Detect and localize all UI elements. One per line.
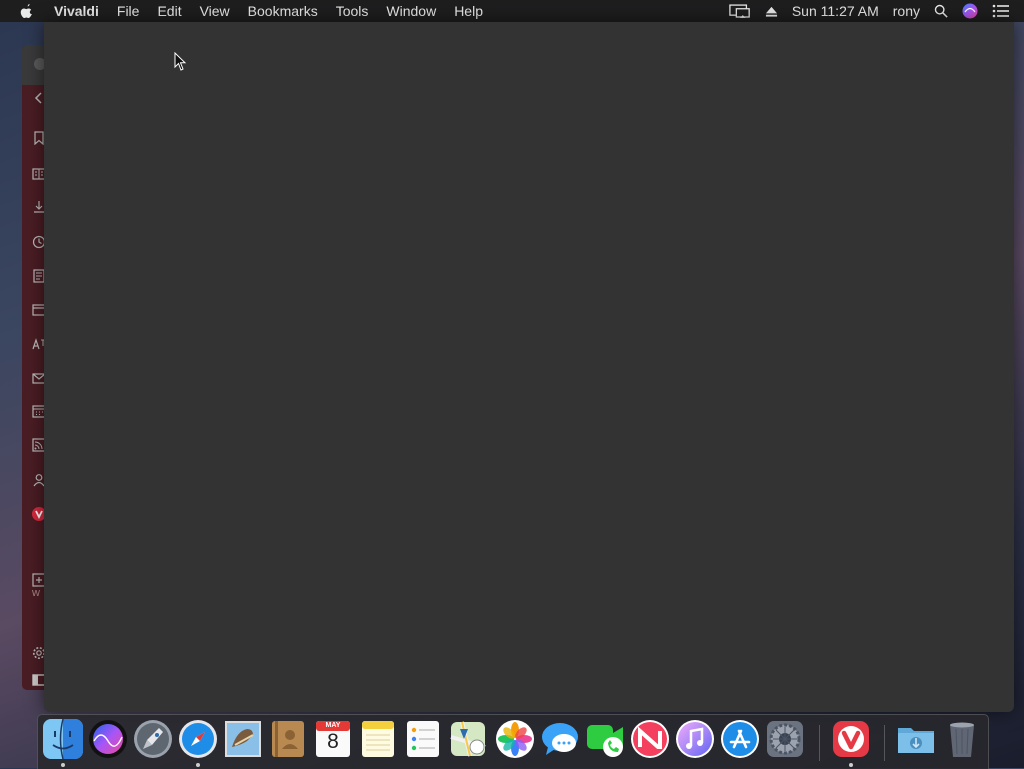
dock-launchpad-icon[interactable]	[133, 719, 173, 759]
airplay-display-icon[interactable]	[729, 3, 751, 19]
dock-separator	[819, 725, 820, 761]
menu-file[interactable]: File	[117, 3, 140, 19]
menu-view[interactable]: View	[200, 3, 230, 19]
menu-user[interactable]: rony	[893, 3, 920, 19]
dock-messages-icon[interactable]	[540, 719, 580, 759]
dock-maps-icon[interactable]	[448, 719, 488, 759]
dock-system-preferences-icon[interactable]	[765, 719, 805, 759]
apple-menu-icon[interactable]	[20, 3, 36, 19]
notification-center-icon[interactable]	[992, 4, 1010, 18]
dock-finder-icon[interactable]	[43, 719, 83, 767]
dock-itunes-icon[interactable]	[675, 719, 715, 759]
dock-notes-icon[interactable]	[358, 719, 398, 759]
running-indicator	[849, 763, 853, 767]
dock-reminders-icon[interactable]	[403, 719, 443, 759]
dock-mail-icon[interactable]	[223, 719, 263, 759]
dock-downloads-folder-icon[interactable]	[896, 719, 936, 759]
dock-calendar-icon[interactable]: MAY 8	[313, 719, 353, 759]
menu-bar: Vivaldi File Edit View Bookmarks Tools W…	[0, 0, 1024, 22]
running-indicator	[196, 763, 200, 767]
dock-trash-icon[interactable]	[942, 719, 982, 759]
dock-vivaldi-icon[interactable]	[831, 719, 871, 767]
dock-facetime-icon[interactable]	[585, 719, 625, 759]
eject-icon[interactable]	[765, 5, 778, 18]
dock-siri-icon[interactable]	[88, 719, 128, 759]
dock-safari-icon[interactable]	[178, 719, 218, 767]
running-indicator	[61, 763, 65, 767]
menu-extras: Sun 11:27 AM rony	[729, 0, 1024, 22]
mouse-pointer-icon	[174, 51, 188, 72]
siri-icon[interactable]	[962, 3, 978, 19]
dock-separator	[884, 725, 885, 761]
dock-news-icon[interactable]	[630, 719, 670, 759]
menu-tools[interactable]: Tools	[336, 3, 369, 19]
dock-photos-icon[interactable]	[495, 719, 535, 759]
menu-window[interactable]: Window	[386, 3, 436, 19]
menu-edit[interactable]: Edit	[157, 3, 181, 19]
spotlight-search-icon[interactable]	[934, 4, 948, 18]
dock-contacts-icon[interactable]	[268, 719, 308, 759]
calendar-day-label: 8	[327, 730, 339, 753]
menu-app-vivaldi[interactable]: Vivaldi	[54, 3, 99, 19]
panel-web-label: w	[32, 587, 40, 599]
dock: MAY 8	[37, 714, 989, 769]
dock-app-store-icon[interactable]	[720, 719, 760, 759]
calendar-month-label: MAY	[325, 722, 341, 729]
menu-bookmarks[interactable]: Bookmarks	[248, 3, 318, 19]
menu-help[interactable]: Help	[454, 3, 483, 19]
browser-window-blank[interactable]	[44, 22, 1014, 712]
menu-clock[interactable]: Sun 11:27 AM	[792, 3, 879, 19]
